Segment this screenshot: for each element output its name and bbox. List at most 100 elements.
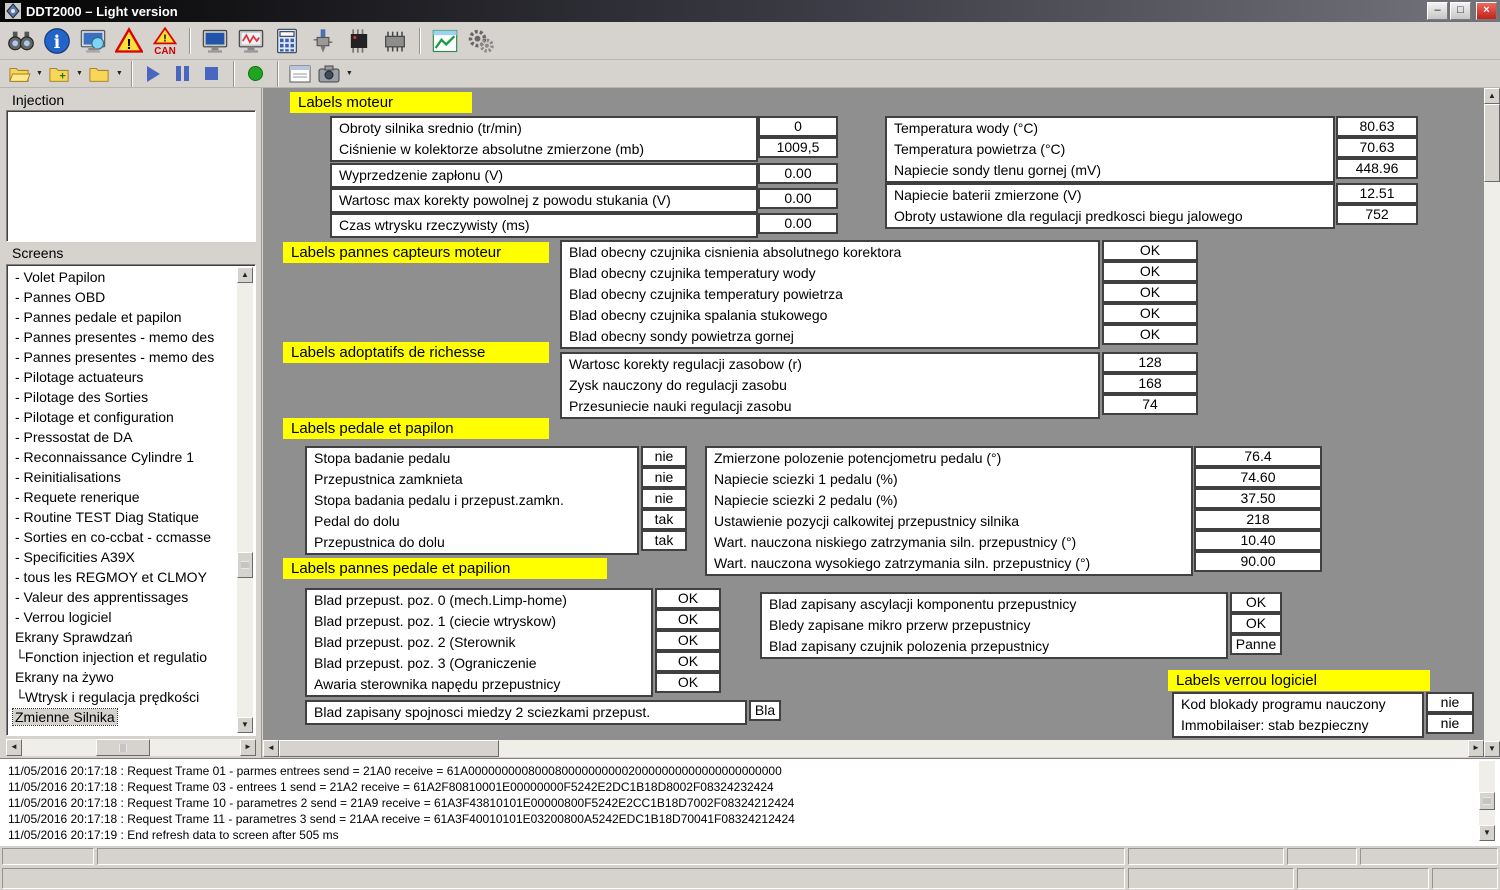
param-value: 37.50 <box>1194 488 1322 509</box>
new-folder-icon[interactable]: + <box>46 62 72 86</box>
sidebar-hscrollbar[interactable]: ◄ ► <box>6 739 256 756</box>
scrollbar-track[interactable] <box>22 739 240 756</box>
close-button[interactable]: × <box>1476 2 1497 20</box>
record-icon[interactable] <box>243 62 269 86</box>
status-cell <box>1287 848 1357 865</box>
screens-list-item[interactable]: - Volet Papilon <box>9 267 237 287</box>
play-icon[interactable] <box>141 62 167 86</box>
screens-list-item[interactable]: Zmienne Silnika <box>9 707 237 727</box>
can-warning-icon[interactable]: !CAN <box>148 25 182 57</box>
dropdown-icon[interactable]: ▼ <box>76 70 83 77</box>
scroll-right-icon[interactable]: ► <box>1468 740 1484 757</box>
moteur-advance-labels: Wyprzedzenie zapłonu (V) <box>330 163 758 188</box>
scroll-up-icon[interactable]: ▲ <box>237 267 253 283</box>
folder-icon[interactable] <box>86 62 112 86</box>
main-hscrollbar[interactable]: ◄ ► <box>263 740 1484 757</box>
screens-list-item[interactable]: - Reinitialisations <box>9 467 237 487</box>
main-vscrollbar[interactable]: ▲ ▼ <box>1484 88 1500 757</box>
param-label: Stopa badanie pedalu <box>307 448 637 469</box>
eeprom-chip-icon[interactable] <box>342 25 376 57</box>
oscilloscope-icon[interactable] <box>234 25 268 57</box>
screens-list-item[interactable]: - Specificities A39X <box>9 547 237 567</box>
param-label: Immobilaiser: stab bezpieczny <box>1174 715 1422 736</box>
info-icon[interactable]: i <box>40 25 74 57</box>
screens-list-item[interactable]: - Pressostat de DA <box>9 427 237 447</box>
gears-icon[interactable] <box>464 25 498 57</box>
screens-list-item-label: Ekrany na żywo <box>13 669 116 685</box>
screens-list-item[interactable]: - Pannes OBD <box>9 287 237 307</box>
status-cell <box>97 848 1125 865</box>
graph-window-icon[interactable] <box>428 25 462 57</box>
scroll-up-icon[interactable]: ▲ <box>1484 88 1500 104</box>
screens-list-item[interactable]: - Pannes presentes - memo des <box>9 347 237 367</box>
open-folder-icon[interactable] <box>6 62 32 86</box>
scrollbar-thumb[interactable] <box>279 740 499 757</box>
scroll-left-icon[interactable]: ◄ <box>263 740 279 757</box>
screens-list-item[interactable]: └Wtrysk i regulacja prędkości <box>9 687 237 707</box>
param-value: 70.63 <box>1336 137 1418 158</box>
dropdown-icon[interactable]: ▼ <box>116 70 123 77</box>
dropdown-icon[interactable]: ▼ <box>36 70 43 77</box>
dropdown-icon[interactable]: ▼ <box>346 70 353 77</box>
scrollbar-track[interactable] <box>237 283 253 717</box>
param-label: Blad obecny sondy powietrza gornej <box>562 326 1098 347</box>
screens-list-item[interactable]: - Requete renerique <box>9 487 237 507</box>
minimize-button[interactable]: – <box>1427 2 1448 20</box>
screens-list-item[interactable]: Ekrany na żywo <box>9 667 237 687</box>
param-label: Pedal do dolu <box>307 511 637 532</box>
screens-list-item[interactable]: - Routine TEST Diag Statique <box>9 507 237 527</box>
screens-list-item[interactable]: - Pannes pedale et papilon <box>9 307 237 327</box>
param-value: 74 <box>1102 394 1198 415</box>
scroll-down-icon[interactable]: ▼ <box>237 717 253 733</box>
param-label: Napiecie sciezki 1 pedalu (%) <box>707 469 1191 490</box>
form-window-icon[interactable] <box>287 62 313 86</box>
param-value: 90.00 <box>1194 551 1322 572</box>
snapshot-icon[interactable] <box>316 62 342 86</box>
screens-list-item[interactable]: - Pannes presentes - memo des <box>9 327 237 347</box>
ic-chip-icon[interactable] <box>378 25 412 57</box>
scrollbar-thumb[interactable] <box>237 552 253 578</box>
scroll-right-icon[interactable]: ► <box>240 739 256 756</box>
calculator-icon[interactable] <box>270 25 304 57</box>
scrollbar-thumb[interactable] <box>1479 792 1495 810</box>
scroll-left-icon[interactable]: ◄ <box>6 739 22 756</box>
param-label: Blad zapisany ascylacji komponentu przep… <box>762 594 1226 615</box>
scroll-down-icon[interactable]: ▼ <box>1479 825 1495 841</box>
screens-list-item[interactable]: Ekrany Sprawdzań <box>9 627 237 647</box>
scroll-down-icon[interactable]: ▼ <box>1484 741 1500 757</box>
param-value: 448.96 <box>1336 158 1418 179</box>
richesse-values: 12816874 <box>1102 352 1198 415</box>
screens-list-item[interactable]: └Fonction injection et regulatio <box>9 647 237 667</box>
maximize-button[interactable]: □ <box>1450 2 1471 20</box>
stop-icon[interactable] <box>199 62 225 86</box>
scrollbar-track[interactable] <box>279 740 1468 757</box>
warning-triangle-icon[interactable]: ! <box>112 25 146 57</box>
scrollbar-thumb[interactable] <box>96 739 150 756</box>
screens-list-item-label: - Pilotage actuateurs <box>13 369 145 385</box>
param-value: 168 <box>1102 373 1198 394</box>
screens-list-item-label: - Pannes presentes - memo des <box>13 349 216 365</box>
screens-panel: - Volet Papilon- Pannes OBD- Pannes peda… <box>6 264 256 736</box>
capteurs-values: OKOKOKOKOK <box>1102 240 1198 345</box>
screens-list-item[interactable]: - Pilotage des Sorties <box>9 387 237 407</box>
screens-list-item[interactable]: - Verrou logiciel <box>9 607 237 627</box>
pause-icon[interactable] <box>170 62 196 86</box>
scrollbar-track[interactable] <box>1484 104 1500 741</box>
scrollbar-thumb[interactable] <box>1484 104 1500 182</box>
injector-icon[interactable] <box>306 25 340 57</box>
scrollbar-track[interactable] <box>1479 761 1495 825</box>
log-scrollbar[interactable]: ▼ <box>1479 761 1495 841</box>
screens-list-item[interactable]: - Sorties en co-ccbat - ccmasse <box>9 527 237 547</box>
screens-list-item[interactable]: - Pilotage et configuration <box>9 407 237 427</box>
remote-screen-icon[interactable] <box>76 25 110 57</box>
toolbar-separator <box>419 28 421 54</box>
screens-list-item[interactable]: - Reconnaissance Cylindre 1 <box>9 447 237 467</box>
screens-scrollbar[interactable]: ▲ ▼ <box>237 267 253 733</box>
monitor-icon[interactable] <box>198 25 232 57</box>
screens-list-item[interactable]: - tous les REGMOY et CLMOY <box>9 567 237 587</box>
screens-list-item-label: └Wtrysk i regulacja prędkości <box>13 689 201 705</box>
screens-list-item[interactable]: - Valeur des apprentissages <box>9 587 237 607</box>
status-value: OK <box>655 651 721 672</box>
screens-list-item[interactable]: - Pilotage actuateurs <box>9 367 237 387</box>
binoculars-icon[interactable] <box>4 25 38 57</box>
